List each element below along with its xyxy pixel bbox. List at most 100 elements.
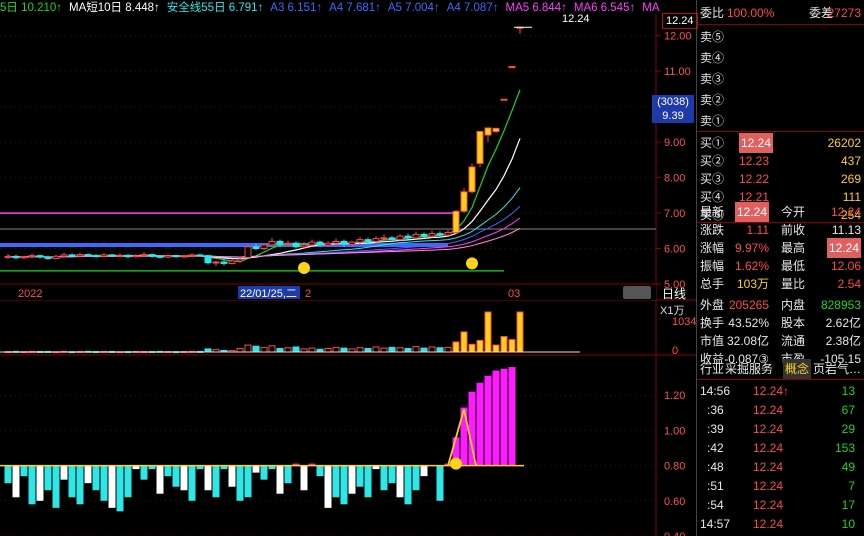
indicator-bar-neg [284,465,292,484]
candle-body [196,254,204,257]
indicator-bar-neg [236,465,244,501]
legend-item: MA5 6.844↑ [505,2,567,14]
stat-label: 振幅 [700,259,725,273]
candle-body [372,238,380,242]
stat-label: 股本 [781,316,806,330]
ask-row[interactable]: 卖④ [697,48,864,68]
stat-row[interactable]: 外盘 205265 内盘 828953 [697,295,864,315]
date-label: 2 [305,288,311,300]
bid-label: 买① [700,136,725,150]
stock-chart-area[interactable]: 12.0011.0010.009.008.007.006.005.0020222… [0,0,696,536]
tick-row[interactable]: :42 12.24 153 [697,438,864,458]
volume-bar [252,345,260,353]
volume-bar [340,347,348,353]
bid-price: 12.22 [739,172,770,186]
indicator-bar-neg [348,465,356,494]
stat-label: 涨跌 [700,223,725,237]
tick-volume: 153 [834,441,855,455]
stat-row[interactable]: 涨幅 9.97% 最高 12.24 [697,238,864,258]
stat-label: 涨幅 [700,241,725,255]
stat-row[interactable]: 最新 12.24 今开 12.24 [697,202,864,222]
bid-row[interactable]: 买① 12.24 26202 [697,133,864,153]
bid-row[interactable]: 买③ 12.22 269 [697,169,864,189]
stat-row[interactable]: 市值 32.08亿 流通 2.38亿 [697,331,864,351]
bid-qty: 437 [840,154,861,168]
candle-body [388,237,396,241]
tick-price: 12.24 [753,517,784,531]
scroll-handle[interactable] [623,286,651,299]
candle-body [244,246,252,258]
volume-bar [260,346,268,353]
bid-row[interactable]: 买② 12.23 437 [697,151,864,171]
candle-body [380,237,388,240]
stat-label: 前收 [781,223,806,237]
indicator-bar-neg [68,465,76,498]
bid-price: 12.24 [739,133,774,153]
volume-bar [276,348,284,353]
candle-body [420,233,428,237]
volume-bar [380,347,388,353]
indicator-bar-neg [44,465,52,491]
stat-row[interactable]: 总手 103万 量比 2.54 [697,274,864,294]
candle-body [492,127,500,132]
industry-row[interactable]: 行业 采掘服务 概念 页岩气… [697,359,864,379]
smiley-icon [298,262,310,275]
tick-row[interactable]: 14:56 12.24↑ 13 [697,381,864,401]
indicator-bar-neg [52,465,60,508]
tick-volume: 17 [841,498,855,512]
legend-item: 安全线55日 6.791↑ [166,2,264,14]
tick-row[interactable]: :54 12.24 17 [697,495,864,515]
volume-bar [356,347,364,353]
indicator-bar-neg [412,465,420,491]
ask-row[interactable]: 卖② [697,90,864,110]
candle-body [116,254,124,257]
tick-time: :39 [707,422,724,436]
indicator-bar-neg [140,465,148,480]
stat-label: 市值 [700,334,725,348]
candle-body [12,255,20,259]
date-label: 22/01/25,二 [240,288,297,300]
indicator-bar-neg [276,465,284,494]
candle-body [236,258,244,262]
tick-time: 14:56 [700,384,731,398]
candle-body [356,239,364,243]
indicator-bar-neg [156,465,164,494]
ask-row[interactable]: 卖③ [697,69,864,89]
candle-body [340,240,348,245]
tick-row[interactable]: :48 12.24 49 [697,457,864,477]
tick-row[interactable]: 14:57 12.24 10 [697,514,864,534]
tick-price: 12.24 [753,441,784,455]
concept-label[interactable]: 概念 [783,359,812,379]
ask-row[interactable]: 卖① [697,111,864,131]
volume-bar [292,346,300,353]
indicator-bar-neg [124,465,132,498]
concept-value[interactable]: 页岩气… [813,359,861,379]
tick-row[interactable]: :36 12.24 67 [697,400,864,420]
tick-time: 14:57 [700,517,731,531]
stat-row[interactable]: 振幅 1.62% 最低 12.06 [697,256,864,276]
order-ratio-row: 委比 100.00% 委差 27273 [697,3,864,23]
ask-row[interactable]: 卖⑤ [697,27,864,47]
candle-body [140,254,148,257]
legend-item: MA短10日 8.448↑ [69,2,160,14]
volume-bar [492,344,500,353]
bid-label: 买② [700,154,725,168]
order-ratio-label: 委比 [700,6,725,20]
industry-value[interactable]: 采掘服务 [725,359,773,379]
stat-row[interactable]: 涨跌 1.11 前收 11.13 [697,220,864,240]
indicator-bar-neg [20,465,28,477]
stat-row[interactable]: 换手 43.52% 股本 2.62亿 [697,313,864,333]
period-tab-daily[interactable]: 日线 [662,285,686,302]
legend-item: A4 7.681↑ [329,2,381,14]
order-ratio-value: 100.00% [727,6,775,20]
indicator-bar-pos [508,367,516,466]
tick-row[interactable]: :51 12.24 7 [697,476,864,496]
indicator-bar-neg [84,465,92,484]
indicator-tick-label: 0.80 [664,461,685,473]
candle-body [292,242,300,248]
candle-body [396,235,404,241]
tick-row[interactable]: :39 12.24 29 [697,419,864,439]
candle-body [92,255,100,258]
tick-time: :36 [707,403,724,417]
tick-volume: 13 [841,384,855,398]
